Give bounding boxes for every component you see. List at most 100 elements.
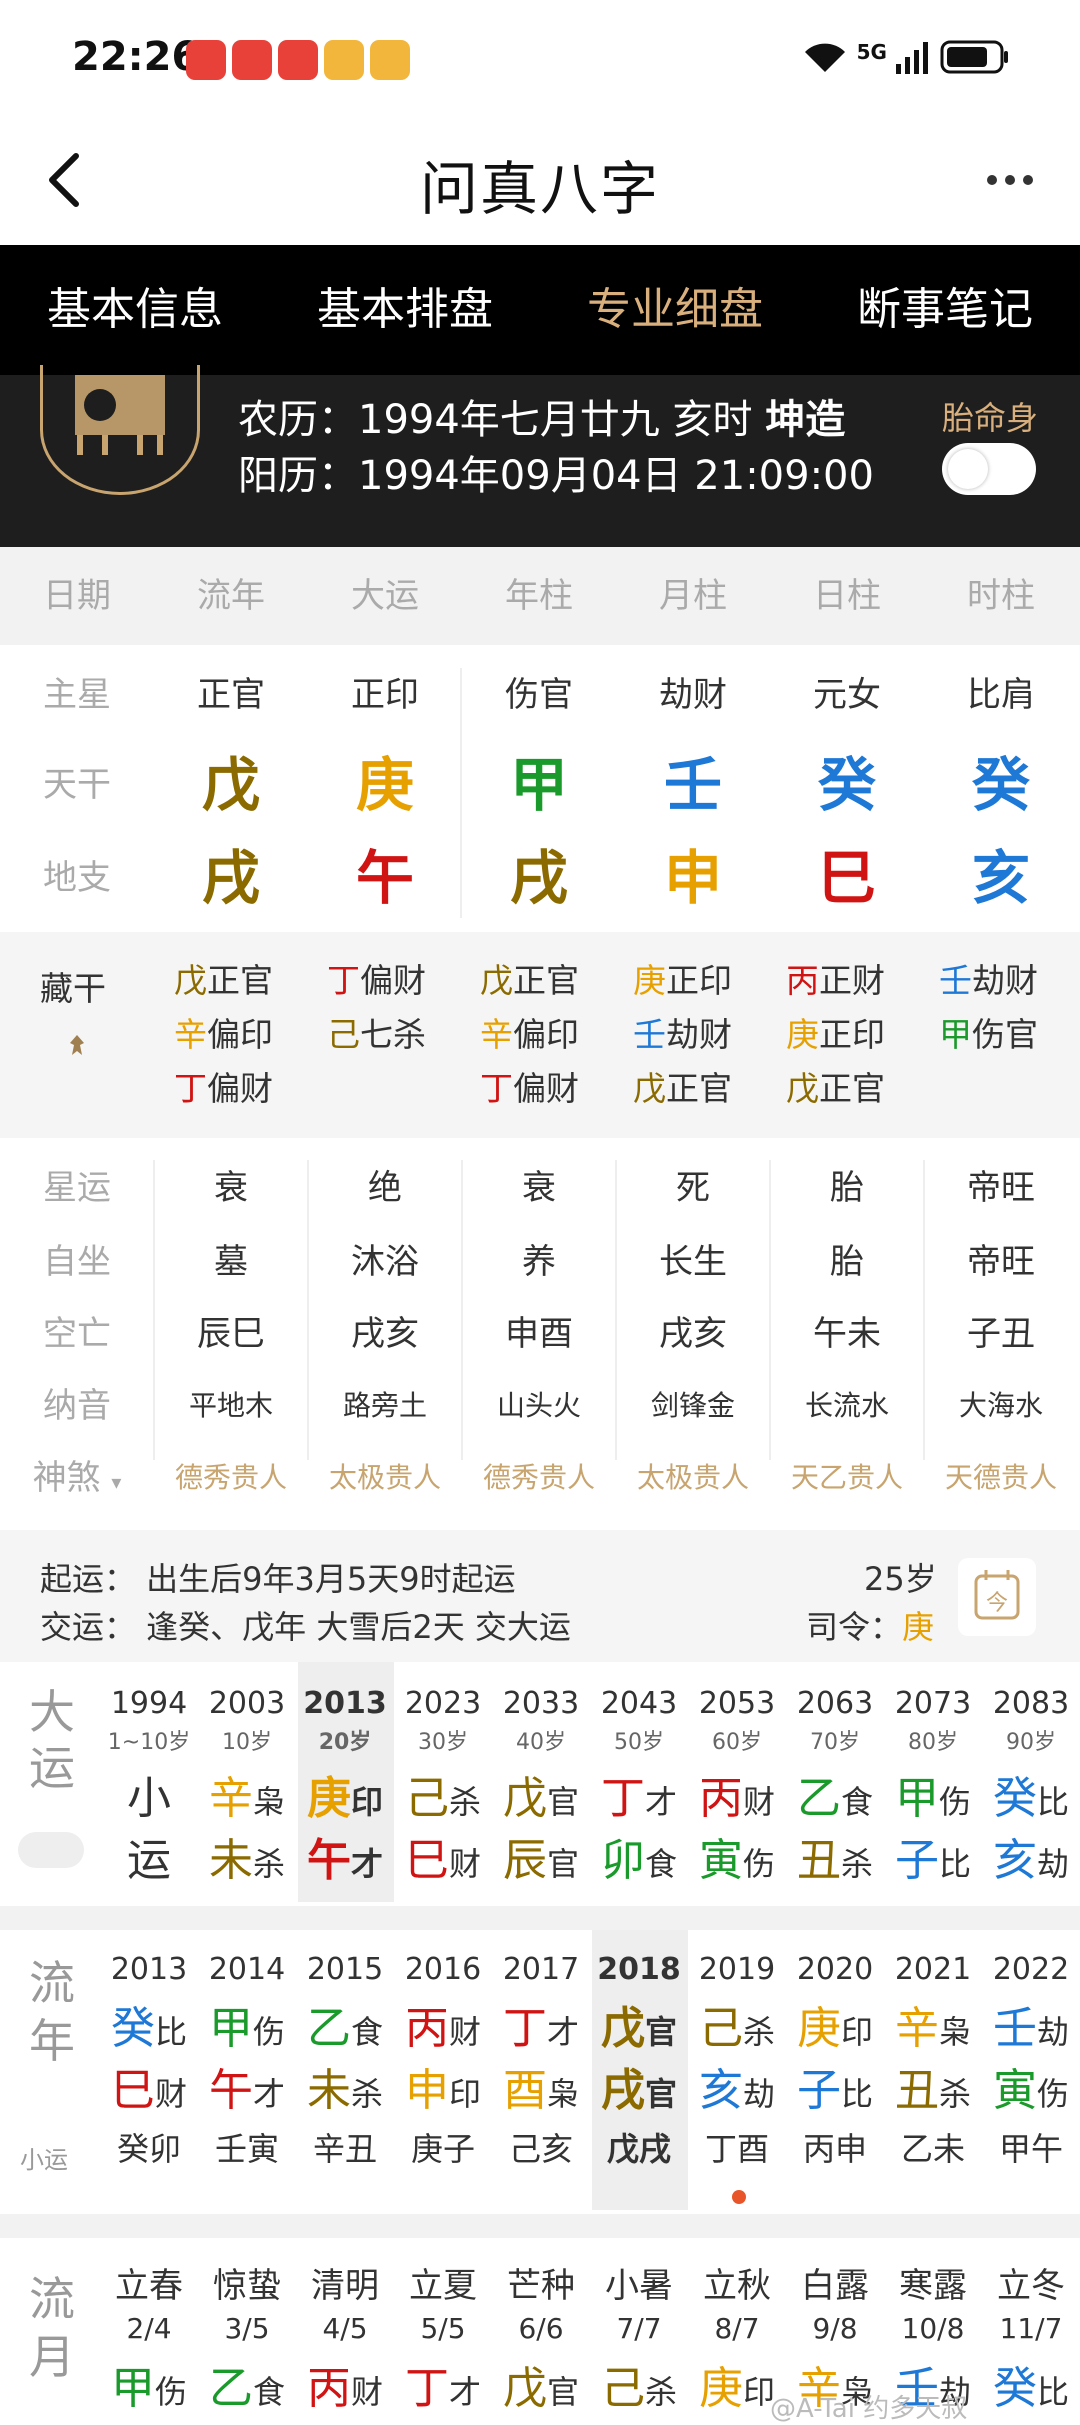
shensha-cell[interactable]: 太极贵人 <box>616 1452 770 1504</box>
shensha-expand-button[interactable]: 神煞 ▾ <box>0 1452 154 1504</box>
dayun-branch[interactable]: 巳财 <box>394 1824 492 1888</box>
tab-basic-info[interactable]: 基本信息 <box>0 245 270 375</box>
dayun-branch[interactable]: 寅伤 <box>688 1824 786 1888</box>
shensha-cell[interactable]: 德秀贵人 <box>462 1452 616 1504</box>
liunian-branch[interactable]: 亥劫 <box>688 2054 786 2118</box>
dayun-year[interactable]: 2023 <box>394 1686 492 1721</box>
liunian-branch[interactable]: 未杀 <box>296 2054 394 2118</box>
liunian-branch[interactable]: 酉枭 <box>492 2054 590 2118</box>
dayun-branch[interactable]: 亥劫 <box>982 1824 1080 1888</box>
dayun-year[interactable]: 2033 <box>492 1686 590 1721</box>
liuyue-term[interactable]: 立春 <box>100 2258 198 2307</box>
dayun-stem-god: 枭 <box>252 1783 285 1821</box>
dayun-year[interactable]: 2083 <box>982 1686 1080 1721</box>
fetal-toggle[interactable] <box>942 443 1036 495</box>
liuyue-term[interactable]: 寒露 <box>884 2258 982 2307</box>
dayun-stem[interactable]: 己杀 <box>394 1762 492 1826</box>
dayun-year[interactable]: 2013 <box>296 1686 394 1721</box>
liunian-branch[interactable]: 巳财 <box>100 2054 198 2118</box>
tab-basic-chart[interactable]: 基本排盘 <box>270 245 540 375</box>
liunian-branch[interactable]: 申印 <box>394 2054 492 2118</box>
liunian-year[interactable]: 2021 <box>884 1952 982 1987</box>
dayun-stem[interactable]: 庚印 <box>296 1762 394 1826</box>
dayun-stem[interactable]: 丁才 <box>590 1762 688 1826</box>
dayun-year[interactable]: 2073 <box>884 1686 982 1721</box>
liunian-stem[interactable]: 壬劫 <box>982 1992 1080 2056</box>
dayun-year[interactable]: 1994 <box>100 1686 198 1721</box>
dayun-stem[interactable]: 辛枭 <box>198 1762 296 1826</box>
liunian-branch[interactable]: 寅伤 <box>982 2054 1080 2118</box>
liunian-year[interactable]: 2013 <box>100 1952 198 1987</box>
liunian-stem-god: 才 <box>546 2013 579 2051</box>
liunian-stem[interactable]: 辛枭 <box>884 1992 982 2056</box>
calendar-button[interactable]: 今 <box>958 1558 1036 1636</box>
liunian-stem[interactable]: 丙财 <box>394 1992 492 2056</box>
dayun-branch[interactable]: 午才 <box>296 1824 394 1888</box>
shensha-cell[interactable]: 天乙贵人 <box>770 1452 924 1504</box>
liunian-stem[interactable]: 甲伤 <box>198 1992 296 2056</box>
dayun-stem[interactable]: 小 <box>100 1762 198 1826</box>
liuyue-term[interactable]: 清明 <box>296 2258 394 2307</box>
dayun-year[interactable]: 2063 <box>786 1686 884 1721</box>
liunian-year[interactable]: 2017 <box>492 1952 590 1987</box>
liunian-year[interactable]: 2018 <box>590 1952 688 1987</box>
liunian-stem-god: 官 <box>644 2013 677 2051</box>
more-button[interactable] <box>980 150 1040 210</box>
earthly-cell: 戌 <box>201 844 260 912</box>
shensha-cell[interactable]: 德秀贵人 <box>154 1452 308 1504</box>
liunian-stem[interactable]: 癸比 <box>100 1992 198 2056</box>
liuyue-term[interactable]: 立冬 <box>982 2258 1080 2307</box>
liunian-stem[interactable]: 己杀 <box>688 1992 786 2056</box>
liunian-year[interactable]: 2016 <box>394 1952 492 1987</box>
dayun-stem[interactable]: 甲伤 <box>884 1762 982 1826</box>
dayun-stem[interactable]: 戊官 <box>492 1762 590 1826</box>
liuyue-term[interactable]: 立夏 <box>394 2258 492 2307</box>
tab-professional-chart[interactable]: 专业细盘 <box>540 245 810 375</box>
liunian-branch[interactable]: 戌官 <box>590 2054 688 2118</box>
liunian-year[interactable]: 2014 <box>198 1952 296 1987</box>
liuyue-stem[interactable]: 甲伤 <box>100 2352 198 2416</box>
tab-notes[interactable]: 断事笔记 <box>810 245 1080 375</box>
dayun-branch[interactable]: 卯食 <box>590 1824 688 1888</box>
liunian-stem[interactable]: 乙食 <box>296 1992 394 2056</box>
dayun-year[interactable]: 2003 <box>198 1686 296 1721</box>
xiaoyun-label[interactable]: 小运 <box>20 2140 68 2175</box>
dayun-year[interactable]: 2043 <box>590 1686 688 1721</box>
liunian-stem[interactable]: 戊官 <box>590 1992 688 2056</box>
liuyue-stem[interactable]: 乙食 <box>198 2352 296 2416</box>
liunian-year[interactable]: 2015 <box>296 1952 394 1987</box>
liunian-year[interactable]: 2020 <box>786 1952 884 1987</box>
liuyue-stem[interactable]: 丙财 <box>296 2352 394 2416</box>
liunian-stem[interactable]: 丁才 <box>492 1992 590 2056</box>
luck-start-info: 起运： 出生后9年3月5天9时起运 交运： 逢癸、戊年 大雪后2天 交大运 25… <box>0 1530 1080 1662</box>
shensha-cell[interactable]: 天德贵人 <box>924 1452 1078 1504</box>
liuyue-term[interactable]: 白露 <box>786 2258 884 2307</box>
liunian-branch[interactable]: 丑杀 <box>884 2054 982 2118</box>
dayun-branch[interactable]: 未杀 <box>198 1824 296 1888</box>
dayun-stem[interactable]: 乙食 <box>786 1762 884 1826</box>
liunian-year[interactable]: 2022 <box>982 1952 1080 1987</box>
dayun-stem[interactable]: 丙财 <box>688 1762 786 1826</box>
liunian-stem[interactable]: 庚印 <box>786 1992 884 2056</box>
liuyue-stem[interactable]: 戊官 <box>492 2352 590 2416</box>
dayun-branch[interactable]: 辰官 <box>492 1824 590 1888</box>
dayun-branch[interactable]: 子比 <box>884 1824 982 1888</box>
liuyue-term[interactable]: 芒种 <box>492 2258 590 2307</box>
liuyue-term[interactable]: 惊蛰 <box>198 2258 296 2307</box>
liuyue-stem[interactable]: 己杀 <box>590 2352 688 2416</box>
pin-icon[interactable] <box>62 1030 92 1060</box>
liuyue-stem[interactable]: 丁才 <box>394 2352 492 2416</box>
hidden-stem-char: 丁 <box>327 961 360 1000</box>
liuyue-term[interactable]: 小暑 <box>590 2258 688 2307</box>
dayun-toggle[interactable] <box>18 1832 84 1868</box>
dayun-year[interactable]: 2053 <box>688 1686 786 1721</box>
dayun-branch[interactable]: 丑杀 <box>786 1824 884 1888</box>
dayun-branch[interactable]: 运 <box>100 1824 198 1888</box>
liunian-branch[interactable]: 午才 <box>198 2054 296 2118</box>
shensha-cell[interactable]: 太极贵人 <box>308 1452 462 1504</box>
liuyue-stem[interactable]: 癸比 <box>982 2352 1080 2416</box>
liuyue-term[interactable]: 立秋 <box>688 2258 786 2307</box>
liunian-year[interactable]: 2019 <box>688 1952 786 1987</box>
liunian-branch[interactable]: 子比 <box>786 2054 884 2118</box>
dayun-stem[interactable]: 癸比 <box>982 1762 1080 1826</box>
